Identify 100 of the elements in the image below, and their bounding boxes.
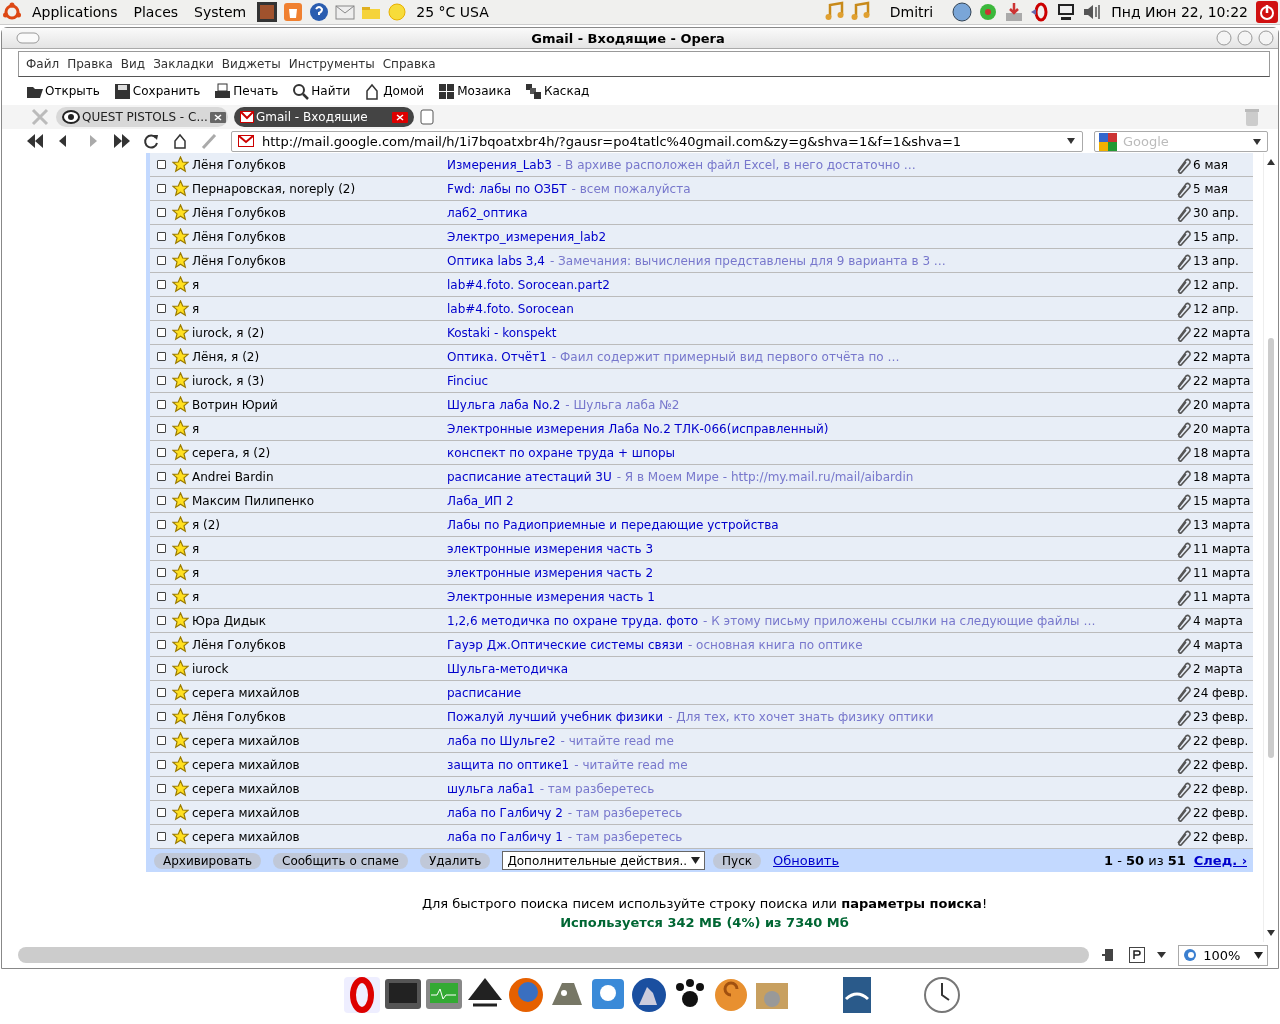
star-icon[interactable] <box>172 420 189 437</box>
panel-menu[interactable]: System <box>188 4 253 20</box>
star-icon[interactable] <box>172 732 189 749</box>
dropdown-arrow-icon[interactable] <box>1157 952 1167 958</box>
star-icon[interactable] <box>172 804 189 821</box>
checkbox[interactable] <box>157 376 166 385</box>
message-row[interactable]: Лёня Голубков Измерения_Lab3 - В архиве расположен файл Excel, в него достаточно … 6 мая <box>150 153 1253 177</box>
subject-link[interactable]: Пожалуй лучший учебник физики <box>447 709 664 724</box>
subject-link[interactable]: Шульга лаба No.2 <box>447 397 561 412</box>
help-icon[interactable] <box>308 1 331 23</box>
subject-link[interactable]: Оптика. Отчёт1 <box>447 349 547 364</box>
star-icon[interactable] <box>172 468 189 485</box>
toolbar-button[interactable]: Каскад <box>525 82 596 100</box>
message-row[interactable]: Максим Пилипенко Лаба_ИП 2 15 марта <box>150 489 1253 513</box>
checkbox[interactable] <box>157 784 166 793</box>
message-row[interactable]: Лёня, я (2) Оптика. Отчёт1 - Фаил содержит примерный вид первого отчёта по … 22 марта <box>150 345 1253 369</box>
star-icon[interactable] <box>172 780 189 797</box>
message-row[interactable]: iurock Шульга-методичка 2 марта <box>150 657 1253 681</box>
star-icon[interactable] <box>172 756 189 773</box>
subject-link[interactable]: Шульга-методичка <box>447 661 569 676</box>
scroll-down-arrow-icon[interactable] <box>1267 930 1275 936</box>
subject-link[interactable]: лаба по Галбичу 2 <box>447 805 563 820</box>
subject-link[interactable]: Kostaki - konspekt <box>447 325 557 340</box>
subject-link[interactable]: Оптика labs 3,4 <box>447 253 545 268</box>
message-row[interactable]: я lab#4.foto. Sorocean.part2 12 апр. <box>150 273 1253 297</box>
subject-link[interactable]: Электронные измерения Лаба No.2 ТЛК-066(исправленный) <box>447 421 829 436</box>
message-row[interactable]: серега михайлов шульга лаба1 - там разберетесь 22 февр. <box>150 777 1253 801</box>
star-icon[interactable] <box>172 348 189 365</box>
toolbar-button[interactable]: Сохранить <box>113 82 207 100</box>
clock-text[interactable]: Пнд Июн 22, 10:22 <box>1107 4 1252 20</box>
message-row[interactable]: Юра Дидык 1,2,6 методичка по охране труда. фото - К этому письму приложены ссылки на следующие файлы … 4 марта <box>150 609 1253 633</box>
reload-icon[interactable] <box>142 132 160 150</box>
menu-item[interactable]: Инструменты <box>285 57 378 71</box>
menu-item[interactable]: Справка <box>379 57 439 71</box>
star-icon[interactable] <box>172 828 189 845</box>
checkbox[interactable] <box>157 184 166 193</box>
message-row[interactable]: iurock, я (3) Finciuc 22 марта <box>150 369 1253 393</box>
star-icon[interactable] <box>172 588 189 605</box>
subject-link[interactable]: Лабы по Радиоприемные и передающие устройства <box>447 517 779 532</box>
checkbox[interactable] <box>157 688 166 697</box>
checkbox[interactable] <box>157 664 166 673</box>
checkbox[interactable] <box>157 232 166 241</box>
message-row[interactable]: Лёня Голубков лаб2_оптика 30 апр. <box>150 201 1253 225</box>
checkbox[interactable] <box>157 832 166 841</box>
star-icon[interactable] <box>172 708 189 725</box>
subject-link[interactable]: электронные измерения часть 3 <box>447 541 654 556</box>
toolbar-button[interactable]: Открыть <box>26 82 106 100</box>
star-icon[interactable] <box>172 204 189 221</box>
checkbox[interactable] <box>157 712 166 721</box>
message-row[interactable]: Лёня Голубков Гауэр Дж.Оптические системы связи - основная книга по оптике 4 марта <box>150 633 1253 657</box>
message-row[interactable]: серега, я (2) конспект по охране труда + шпоры 18 марта <box>150 441 1253 465</box>
scrollbar-thumb[interactable] <box>1268 337 1274 758</box>
checkbox[interactable] <box>157 328 166 337</box>
close-icon[interactable] <box>392 111 408 123</box>
star-icon[interactable] <box>172 684 189 701</box>
browser-tab[interactable]: QUEST PISTOLS - С... <box>56 107 228 127</box>
message-row[interactable]: я lab#4.foto. Sorocean 12 апр. <box>150 297 1253 321</box>
panel-menu[interactable]: Places <box>127 4 185 20</box>
checkbox[interactable] <box>157 472 166 481</box>
star-icon[interactable] <box>172 660 189 677</box>
subject-link[interactable]: расписание атестаций 3U <box>447 469 612 484</box>
message-row[interactable]: я Электронные измерения часть 1 11 марта <box>150 585 1253 609</box>
foot-logo-icon[interactable] <box>2 2 22 22</box>
panel-menu[interactable]: Applications <box>26 4 124 20</box>
checkbox[interactable] <box>157 448 166 457</box>
subject-link[interactable]: Fwd: лабы по ОЗБТ <box>447 181 567 196</box>
subject-link[interactable]: lab#4.foto. Sorocean <box>447 301 574 316</box>
close-icon[interactable] <box>209 111 226 123</box>
message-row[interactable]: Лёня Голубков Пожалуй лучший учебник физики - Для тех, кто хочет знать физику оптики 23 февр. <box>150 705 1253 729</box>
action-button[interactable]: Сообщить о спаме <box>273 852 408 869</box>
toolbar-button[interactable]: Печать <box>214 82 285 100</box>
browser-tab[interactable]: Gmail - Входящие <box>234 107 414 127</box>
clock-icon[interactable] <box>922 975 962 1015</box>
horizontal-scrollbar[interactable] <box>18 947 1090 963</box>
subject-link[interactable]: лаба по Галбичу 1 <box>447 829 563 844</box>
message-row[interactable]: я Электронные измерения Лаба No.2 ТЛК-066(исправленный) 20 марта <box>150 417 1253 441</box>
subject-link[interactable]: Finciuc <box>447 373 489 388</box>
subject-link[interactable]: Электронные измерения часть 1 <box>447 589 655 604</box>
checkbox[interactable] <box>157 424 166 433</box>
message-row[interactable]: Andrei Bardin расписание атестаций 3U - Я в Моем Мире - http://my.mail.ru/mail/aibardin 18 марта <box>150 465 1253 489</box>
menu-item[interactable]: Файл <box>23 57 63 71</box>
message-row[interactable]: Лёня Голубков Оптика labs 3,4 - Замечания: вычисления представлены для 9 варианта в 3 … 13 апр. <box>150 249 1253 273</box>
toolbar-button[interactable]: Найти <box>292 82 357 100</box>
checkbox[interactable] <box>157 520 166 529</box>
star-icon[interactable] <box>172 324 189 341</box>
message-row[interactable]: я (2) Лабы по Радиоприемные и передающие устройства 13 марта <box>150 513 1253 537</box>
message-row[interactable]: серега михайлов защита по оптике1 - читайте read me 22 февр. <box>150 753 1253 777</box>
checkbox[interactable] <box>157 592 166 601</box>
subject-link[interactable]: конспект по охране труда + шпоры <box>447 445 676 460</box>
fast-forward-icon[interactable] <box>113 132 131 150</box>
checkbox[interactable] <box>157 736 166 745</box>
checkbox[interactable] <box>157 496 166 505</box>
action-button[interactable]: Удалить <box>419 852 491 869</box>
power-icon[interactable] <box>1256 1 1278 23</box>
star-icon[interactable] <box>172 612 189 629</box>
checkbox[interactable] <box>157 280 166 289</box>
zoom-field[interactable]: 100% <box>1178 944 1268 966</box>
star-icon[interactable] <box>172 492 189 509</box>
more-actions-dropdown[interactable]: Дополнительные действия.. <box>502 851 706 870</box>
presentation-mode-icon[interactable] <box>1129 947 1146 963</box>
